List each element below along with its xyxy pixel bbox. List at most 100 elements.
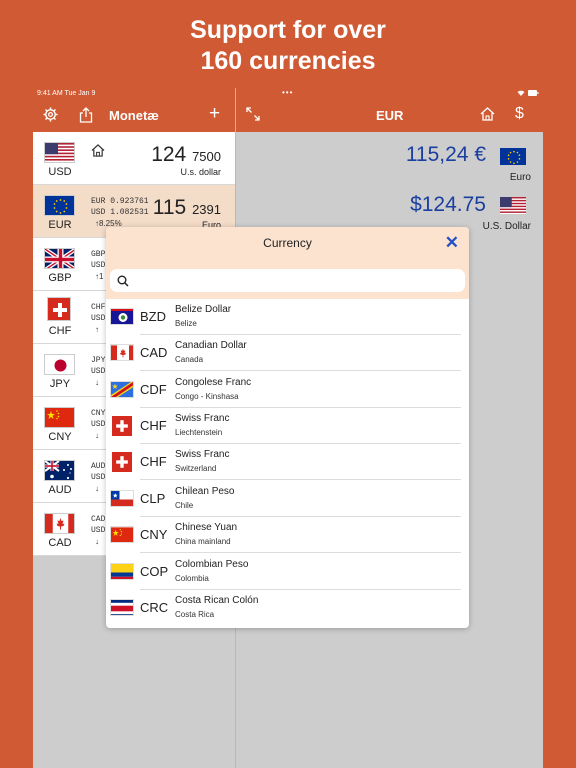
app-title: Monetæ — [109, 108, 159, 123]
rate-line: USD — [91, 367, 106, 376]
rate-change: ↓ — [95, 537, 99, 546]
currency-picker-modal: Currency ✕ BZD Belize Dollar Belize CAD … — [106, 227, 469, 628]
rate-change: ↓ — [95, 431, 99, 440]
home-currency-icon — [91, 144, 105, 160]
currency-region: Switzerland — [175, 464, 217, 473]
currency-code: AUD — [48, 484, 72, 496]
exchange-rates: CHF USD — [91, 302, 105, 324]
uk-flag-icon — [44, 248, 75, 269]
currency-region: Liechtenstein — [175, 428, 223, 437]
belize-flag-icon — [110, 308, 134, 325]
rate-line: USD — [91, 261, 106, 270]
rate-line: CNY — [91, 409, 106, 418]
congo-flag-icon — [110, 381, 134, 398]
rate-line: USD — [91, 473, 106, 482]
dollar-icon[interactable]: $ — [515, 105, 524, 123]
currency-code: USD — [48, 166, 72, 178]
china-flag-icon — [44, 407, 75, 428]
amount-integer: 115 — [152, 196, 187, 219]
amount-decimals: 7500 — [192, 149, 221, 164]
costa-rica-flag-icon — [110, 599, 134, 616]
swiss-flag-icon — [112, 452, 132, 472]
exchange-rates: CAD USD — [91, 514, 105, 536]
detail-amount-usd[interactable]: $124.75 — [410, 193, 486, 217]
eu-flag-icon — [44, 195, 75, 216]
modal-title: Currency — [263, 236, 312, 250]
currency-option-cny[interactable]: CNY Chinese Yuan China mainland — [106, 517, 469, 553]
currency-code: CAD — [140, 345, 168, 360]
australia-flag-icon — [44, 460, 75, 481]
currency-amount[interactable]: 115 2391 — [153, 196, 221, 220]
exchange-rates: CNY USD — [91, 408, 105, 430]
detail-name-eur: Euro — [509, 172, 531, 183]
rate-change: ↑ — [95, 325, 99, 334]
rate-change: ↓ — [95, 484, 99, 493]
currency-code: EUR — [48, 219, 72, 231]
gear-icon[interactable] — [43, 107, 58, 125]
rate-change: ↑1 — [95, 272, 104, 281]
close-button[interactable]: ✕ — [445, 233, 459, 253]
rate-line: USD 1.082531 — [91, 208, 149, 217]
rate-line: EUR 0.923761 — [91, 197, 149, 206]
list-item[interactable]: USD 124 7500 U.s. dollar — [33, 132, 235, 185]
currency-region: Chile — [175, 501, 194, 510]
currency-code: CRC — [140, 600, 169, 615]
share-icon[interactable] — [79, 107, 93, 126]
china-flag-icon — [110, 526, 134, 543]
currency-region: China mainland — [175, 537, 231, 546]
canada-flag-icon — [110, 344, 134, 361]
rate-line: USD — [91, 314, 106, 323]
promo-headline-line2: 160 currencies — [200, 47, 376, 75]
rate-line: USD — [91, 526, 106, 535]
currency-region: Canada — [175, 355, 204, 364]
exchange-rates: EUR 0.923761 USD 1.082531 — [91, 196, 149, 218]
us-flag-icon — [44, 142, 75, 163]
currency-region: Costa Rica — [175, 610, 215, 619]
currency-name: Swiss Franc — [175, 413, 230, 424]
rate-line: CAD — [91, 515, 106, 524]
status-time: 9:41 AM Tue Jan 9 — [37, 90, 96, 97]
currency-option-cop[interactable]: COP Colombian Peso Colombia — [106, 554, 469, 590]
amount-integer: 124 — [151, 143, 187, 166]
home-icon[interactable] — [480, 107, 495, 124]
divider — [140, 552, 461, 553]
exchange-rates: JPY USD — [91, 355, 105, 377]
search-field[interactable] — [110, 269, 465, 292]
currency-name: Costa Rican Colón — [175, 595, 259, 606]
add-currency-button[interactable]: + — [209, 103, 220, 125]
promo-headline-line1: Support for over — [190, 16, 386, 44]
currency-code: CDF — [140, 382, 167, 397]
currency-region: Colombia — [175, 574, 209, 583]
rate-change: ↓ — [95, 378, 99, 387]
currency-code: COP — [140, 564, 169, 579]
currency-option-clp[interactable]: CLP Chilean Peso Chile — [106, 481, 469, 517]
currency-name: Belize Dollar — [175, 304, 232, 315]
detail-amount-eur[interactable]: 115,24 € — [406, 143, 486, 167]
expand-icon[interactable] — [246, 107, 260, 124]
currency-code: CNY — [140, 527, 168, 542]
currency-option-bzd[interactable]: BZD Belize Dollar Belize — [106, 299, 469, 335]
divider — [140, 479, 461, 480]
promo-headline: Support for over 160 currencies — [0, 15, 576, 77]
currency-code: BZD — [140, 309, 166, 324]
rate-line: GBP — [91, 250, 106, 259]
swiss-flag-icon — [47, 297, 71, 321]
currency-amount[interactable]: 124 7500 — [151, 143, 221, 167]
detail-title: EUR — [376, 108, 404, 123]
exchange-rates: AUD USD — [91, 461, 105, 483]
status-bar: 9:41 AM Tue Jan 9 ••• — [33, 88, 543, 100]
detail-nav-bar: EUR $ — [236, 100, 543, 132]
status-icons — [517, 89, 539, 99]
currency-name: Canadian Dollar — [175, 340, 247, 351]
canada-flag-icon — [44, 513, 75, 534]
chile-flag-icon — [110, 490, 134, 507]
currency-option-cdf[interactable]: CDF Congolese Franc Congo - Kinshasa — [106, 372, 469, 408]
currency-name: Chilean Peso — [175, 486, 235, 497]
currency-code: GBP — [48, 272, 72, 284]
currency-option-chf-li[interactable]: CHF Swiss Franc Liechtenstein — [106, 408, 469, 444]
currency-option-cad[interactable]: CAD Canadian Dollar Canada — [106, 335, 469, 371]
currency-option-chf-ch[interactable]: CHF Swiss Franc Switzerland — [106, 444, 469, 480]
currency-name: Swiss Franc — [175, 449, 230, 460]
eu-flag-icon — [499, 147, 527, 166]
currency-option-crc[interactable]: CRC Costa Rican Colón Costa Rica — [106, 590, 469, 626]
